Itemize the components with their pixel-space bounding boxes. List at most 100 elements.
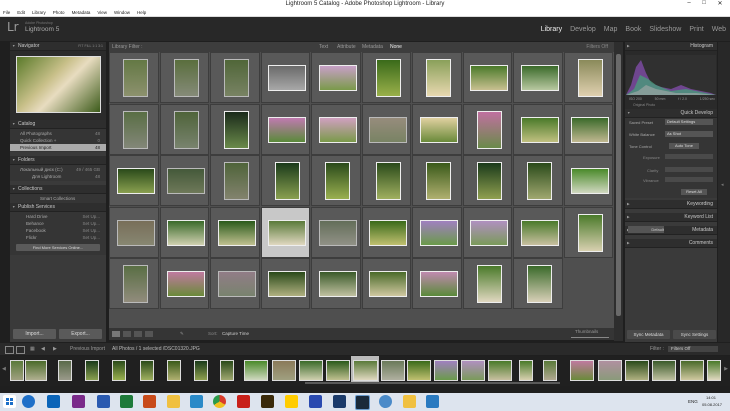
photo-thumbnail[interactable] [116,219,155,246]
catalog-item[interactable]: Quick Collection +0 [10,137,106,144]
catalog-header[interactable]: Catalog [10,120,106,129]
filmstrip-thumbnail[interactable] [381,360,405,381]
onenote-icon[interactable] [72,395,85,408]
grid-cell[interactable] [462,52,512,103]
back-arrow-icon[interactable]: ◀ [41,343,45,355]
photo-thumbnail[interactable] [123,265,148,303]
grid-cell[interactable] [210,258,260,309]
photo-thumbnail[interactable] [123,110,148,149]
grid-cell[interactable] [210,155,260,206]
menu-library[interactable]: Library [32,10,46,15]
folders-header[interactable]: Folders [10,156,106,165]
filmstrip-thumbnail[interactable] [652,360,676,381]
skype-icon[interactable] [22,395,35,408]
grid-cell[interactable] [563,103,613,155]
grid-cell[interactable] [563,155,613,206]
grid-cell[interactable] [260,258,310,309]
grid-cell[interactable] [412,103,462,155]
grid-cell[interactable] [462,155,512,206]
metadata-header[interactable]: Default Metadata [625,226,717,235]
grid-cell[interactable] [361,103,411,155]
photo-thumbnail[interactable] [520,116,559,143]
sync-settings-button[interactable]: Sync Settings [673,330,716,339]
grid-cell[interactable] [412,155,462,206]
photo-thumbnail[interactable] [224,162,249,200]
photo-thumbnail[interactable] [520,65,559,91]
filmstrip-scrollbar[interactable] [305,382,560,384]
thumbnail-size-slider[interactable] [571,337,609,338]
grid-cell[interactable] [159,258,209,309]
grid-cell[interactable] [210,206,260,258]
photo-thumbnail[interactable] [470,219,508,246]
photo-thumbnail[interactable] [325,162,350,200]
histogram-header[interactable]: Histogram [625,42,717,51]
filmstrip-thumbnail[interactable] [543,360,557,381]
grid-cell[interactable] [513,155,563,206]
grid-cell[interactable] [311,155,361,206]
powerpoint-icon[interactable] [143,395,156,408]
bridge-icon[interactable] [261,395,274,408]
grid-cell[interactable] [311,206,361,258]
photo-thumbnail[interactable] [173,59,199,97]
filmstrip-thumbnail[interactable] [112,360,126,381]
photo-thumbnail[interactable] [470,65,508,91]
photo-thumbnail[interactable] [419,219,458,246]
photo-thumbnail[interactable] [571,168,609,194]
forward-arrow-icon[interactable]: ▶ [53,343,57,355]
filmstrip-thumbnail[interactable] [244,360,268,381]
folder-item[interactable]: Для Lightroom 48 [10,173,106,180]
painter-icon[interactable]: ✎ [180,328,184,340]
grid-cell[interactable] [159,52,209,103]
grid-cell[interactable] [513,206,563,258]
grid-scrollbar[interactable] [614,42,623,341]
filmstrip-thumbnail[interactable] [85,360,99,381]
saved-preset-dropdown[interactable]: Default Settings [665,119,713,125]
filter-metadata-tab[interactable]: Metadata [362,42,383,52]
filmstrip-thumbnail[interactable] [25,360,47,381]
grid-cell[interactable] [210,103,260,155]
filmstrip-thumbnail[interactable] [519,360,533,381]
filmstrip-thumbnail[interactable] [461,360,485,381]
photo-thumbnail[interactable] [426,162,451,200]
grid-cell[interactable] [159,206,209,258]
grid-view-icon[interactable] [112,331,120,337]
secondary-display-icon[interactable] [16,346,25,354]
grid-cell[interactable] [462,103,512,155]
input-language[interactable]: ENG [688,399,698,404]
excel-icon[interactable] [120,395,133,408]
photo-thumbnail[interactable] [419,271,458,297]
photo-thumbnail[interactable] [116,168,155,194]
filmstrip-thumbnail[interactable] [707,360,721,381]
photo-thumbnail[interactable] [318,116,357,143]
publish-behance[interactable]: Behance Set Up... [10,220,106,227]
menu-help[interactable]: Help [137,10,146,15]
filmstrip-thumbnail[interactable] [272,360,296,381]
filmstrip-thumbnail[interactable] [407,360,431,381]
publish-services-header[interactable]: Publish Services [10,203,106,212]
catalog-item[interactable]: Previous Import 48 [10,144,106,151]
grid-cell[interactable] [412,52,462,103]
filmstrip-thumbnail[interactable] [299,360,323,381]
filmstrip-thumbnail[interactable] [434,360,458,381]
grid-cell[interactable] [311,258,361,309]
filmstrip-thumbnail[interactable] [488,360,512,381]
grid-cell[interactable] [109,258,159,309]
close-button[interactable]: ✕ [713,0,727,7]
grid-cell[interactable] [462,258,512,309]
module-book[interactable]: Book [625,26,641,33]
photo-thumbnail[interactable] [476,110,502,149]
metadata-preset-dropdown[interactable]: Default [628,226,664,233]
filter-attribute-tab[interactable]: Attribute [337,42,356,52]
vibrance-adjust-buttons[interactable] [665,177,713,182]
menu-view[interactable]: View [97,10,107,15]
photo-thumbnail[interactable] [369,116,407,143]
photo-thumbnail[interactable] [375,59,401,97]
photo-thumbnail[interactable] [217,271,256,297]
filters-off-dropdown[interactable]: Filters Off [586,42,608,52]
photo-thumbnail[interactable] [369,271,407,297]
comments-header[interactable]: Comments [625,239,717,248]
navigator-preview[interactable] [10,51,106,120]
loupe-view-icon[interactable] [123,331,131,337]
photo-thumbnail[interactable] [426,59,451,97]
auto-tone-button[interactable]: Auto Tone [669,143,699,149]
